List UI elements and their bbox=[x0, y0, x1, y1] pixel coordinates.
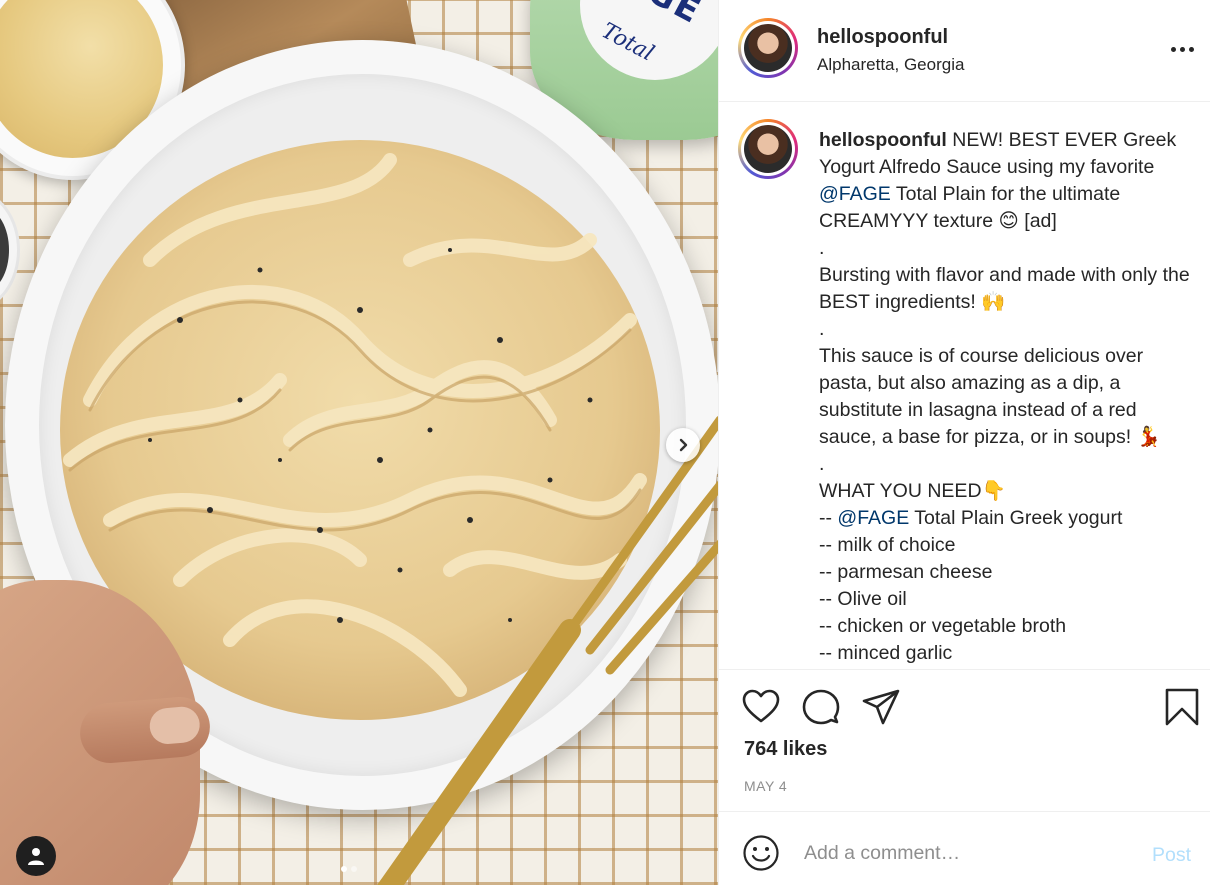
caption-text: hellospoonful NEW! BEST EVER Greek Yogur… bbox=[819, 127, 1191, 667]
post-header: hellospoonful Alpharetta, Georgia bbox=[719, 0, 1210, 102]
smiley-icon[interactable] bbox=[742, 834, 780, 872]
post-side-panel: hellospoonful Alpharetta, Georgia hellos… bbox=[718, 0, 1210, 885]
caption-separator: . bbox=[819, 237, 825, 259]
paper-plane-icon[interactable] bbox=[861, 687, 901, 727]
carousel-dots bbox=[341, 866, 357, 872]
carousel-dot bbox=[351, 866, 357, 872]
user-tag-icon bbox=[28, 848, 44, 865]
caption-paragraph: This sauce is of course delicious over p… bbox=[819, 345, 1161, 448]
heart-icon[interactable] bbox=[741, 687, 781, 727]
caption-username[interactable]: hellospoonful bbox=[819, 129, 947, 151]
comment-bubble-icon[interactable] bbox=[801, 687, 841, 727]
bookmark-icon[interactable] bbox=[1162, 687, 1202, 727]
post-photo[interactable]: FAGE Total bbox=[0, 0, 718, 885]
caption-separator: . bbox=[819, 318, 825, 340]
caption-separator: . bbox=[819, 453, 825, 475]
post-date[interactable]: MAY 4 bbox=[744, 778, 787, 794]
add-comment-bar: Post bbox=[719, 811, 1210, 885]
post-comment-button[interactable]: Post bbox=[1152, 844, 1191, 867]
author-username[interactable]: hellospoonful bbox=[817, 26, 948, 49]
ingredient-text: Total Plain Greek yogurt bbox=[909, 507, 1123, 529]
tagged-users-button[interactable] bbox=[16, 836, 56, 876]
ingredient-prefix: -- bbox=[819, 507, 838, 529]
comment-input[interactable] bbox=[804, 838, 1124, 868]
more-horizontal-icon bbox=[1170, 46, 1194, 52]
mention-link[interactable]: @FAGE bbox=[819, 183, 891, 205]
more-options-button[interactable] bbox=[1168, 36, 1196, 62]
post-location[interactable]: Alpharetta, Georgia bbox=[817, 55, 964, 75]
ingredient-item: -- chicken or vegetable broth bbox=[819, 615, 1067, 637]
comments-section: hellospoonful NEW! BEST EVER Greek Yogur… bbox=[719, 103, 1210, 669]
carousel-next-button[interactable] bbox=[666, 428, 700, 462]
ingredient-item: -- parmesan cheese bbox=[819, 561, 993, 583]
ingredient-item: -- milk of choice bbox=[819, 534, 956, 556]
carousel-dot bbox=[341, 866, 347, 872]
ingredient-item: -- minced garlic bbox=[819, 642, 953, 664]
author-avatar[interactable] bbox=[738, 18, 798, 78]
fork bbox=[377, 415, 718, 885]
likes-count[interactable]: 764 likes bbox=[744, 738, 827, 761]
ingredient-item: -- Olive oil bbox=[819, 588, 907, 610]
pepper-bowl bbox=[0, 190, 20, 310]
ingredients-heading: WHAT YOU NEED👇 bbox=[819, 480, 1006, 502]
mention-link[interactable]: @FAGE bbox=[837, 507, 909, 529]
caption-avatar[interactable] bbox=[738, 119, 798, 179]
chevron-right-icon bbox=[679, 438, 688, 452]
post-actions: 764 likes MAY 4 bbox=[719, 669, 1210, 811]
caption-paragraph: Bursting with flavor and made with only … bbox=[819, 264, 1190, 313]
